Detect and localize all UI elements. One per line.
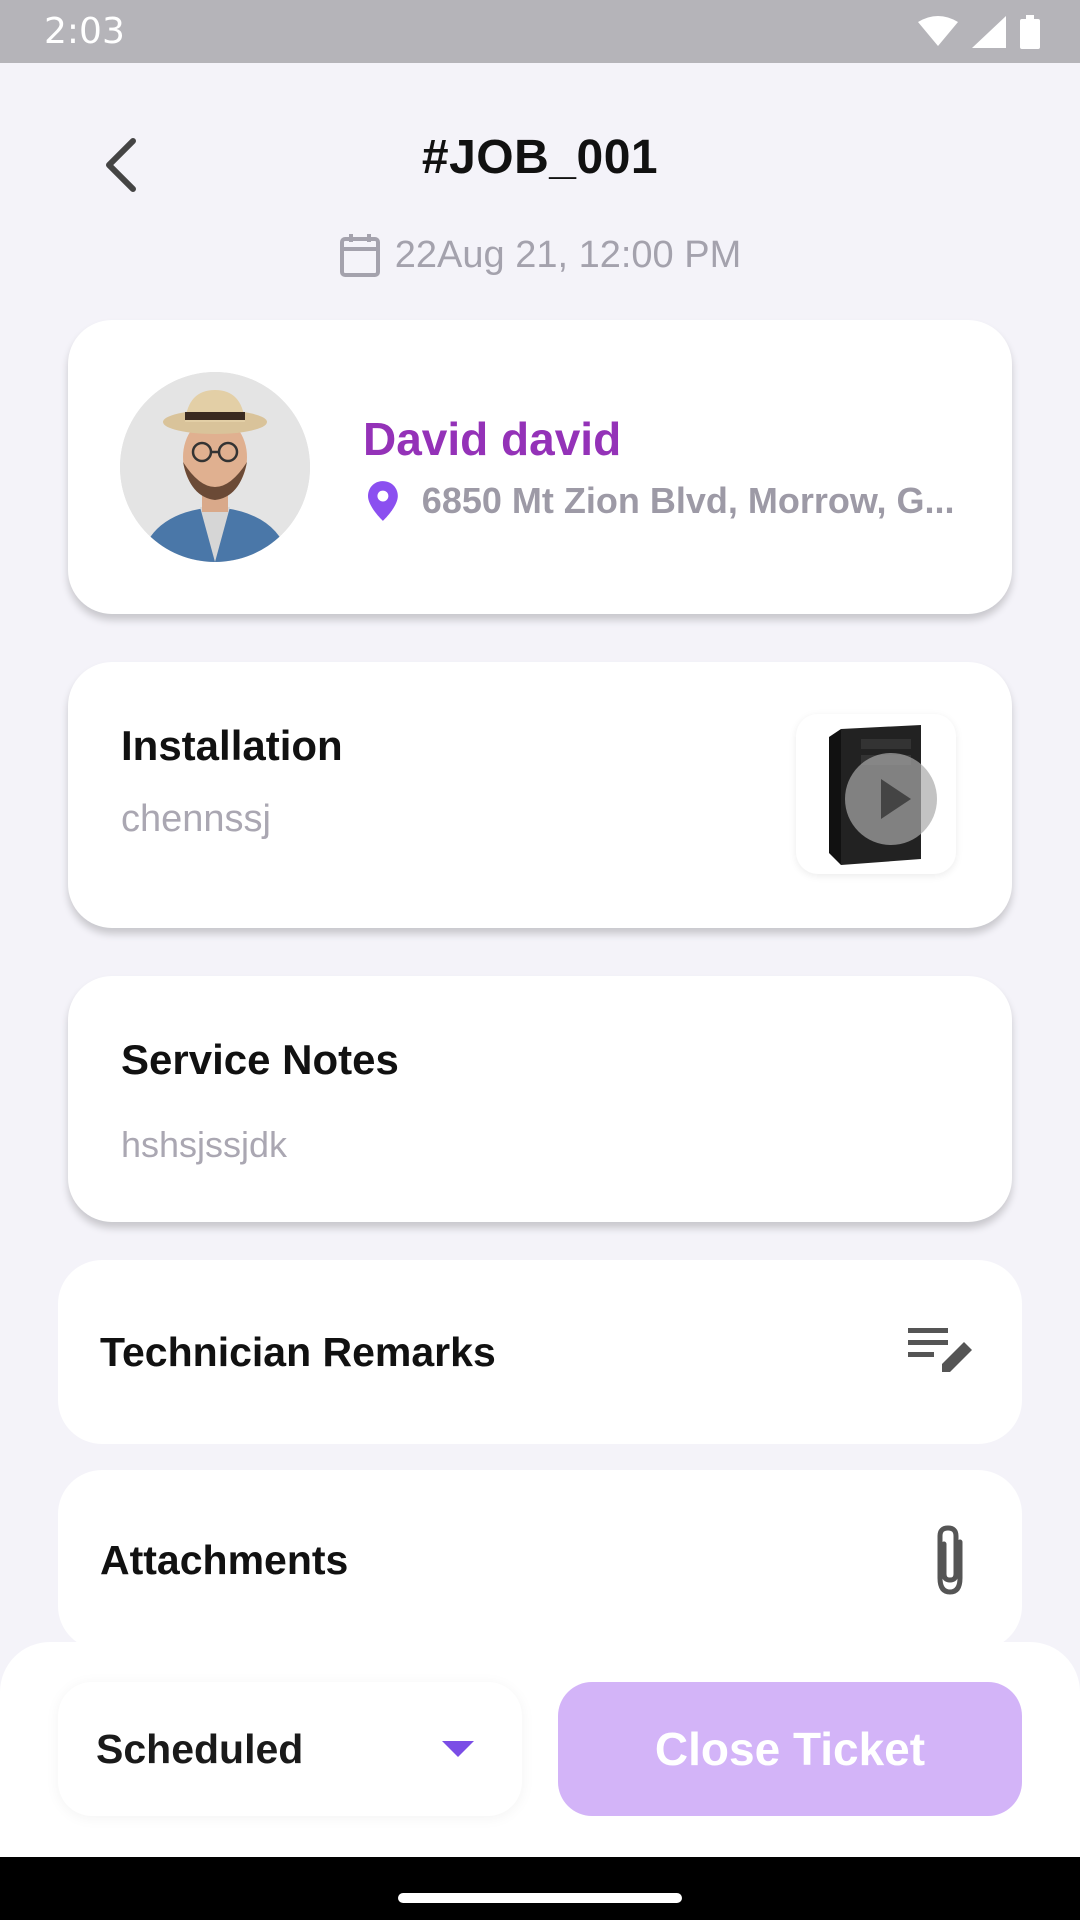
service-notes-text: hshsjssjdk [121, 1124, 288, 1165]
service-subtitle: chennssj [121, 798, 271, 840]
status-dropdown[interactable]: Scheduled [58, 1682, 522, 1816]
wifi-icon [918, 15, 958, 46]
signal-icon [972, 15, 1006, 48]
service-card[interactable]: Installation chennssj [68, 662, 1012, 928]
system-nav-bar [0, 1857, 1080, 1920]
status-bar: 2:03 [0, 0, 1080, 63]
page-title: #JOB_001 [421, 131, 659, 184]
paperclip-icon[interactable] [928, 1522, 972, 1598]
customer-card[interactable]: David david 6850 Mt Zion Blvd, Morrow, G… [68, 320, 1012, 614]
status-time: 2:03 [44, 11, 125, 52]
battery-icon [1020, 14, 1040, 49]
status-icons [918, 14, 1040, 49]
job-date: 22Aug 21, 12:00 PM [0, 232, 1080, 278]
computer-case-image [829, 725, 937, 865]
product-video-thumbnail[interactable] [796, 714, 956, 874]
service-notes-card: Service Notes hshsjssjdk [68, 976, 1012, 1222]
service-notes-title: Service Notes [121, 1036, 399, 1083]
status-dropdown-value: Scheduled [96, 1725, 304, 1772]
attachments-row[interactable]: Attachments [58, 1470, 1022, 1650]
customer-address: 6850 Mt Zion Blvd, Morrow, G... [368, 480, 978, 522]
customer-name: David david [363, 413, 622, 465]
address-text: 6850 Mt Zion Blvd, Morrow, G... [421, 480, 955, 521]
avatar [120, 372, 310, 562]
calendar-icon [339, 234, 380, 277]
attachments-label: Attachments [100, 1536, 349, 1583]
location-pin-icon [368, 481, 398, 521]
technician-remarks-row[interactable]: Technician Remarks [58, 1260, 1022, 1444]
technician-remarks-label: Technician Remarks [100, 1328, 496, 1375]
dropdown-arrow-icon [442, 1741, 474, 1757]
edit-notes-icon[interactable] [908, 1326, 972, 1378]
job-date-text: 22Aug 21, 12:00 PM [394, 233, 742, 276]
service-title: Installation [121, 722, 343, 769]
close-ticket-button[interactable]: Close Ticket [558, 1682, 1022, 1816]
home-indicator[interactable] [398, 1893, 682, 1903]
